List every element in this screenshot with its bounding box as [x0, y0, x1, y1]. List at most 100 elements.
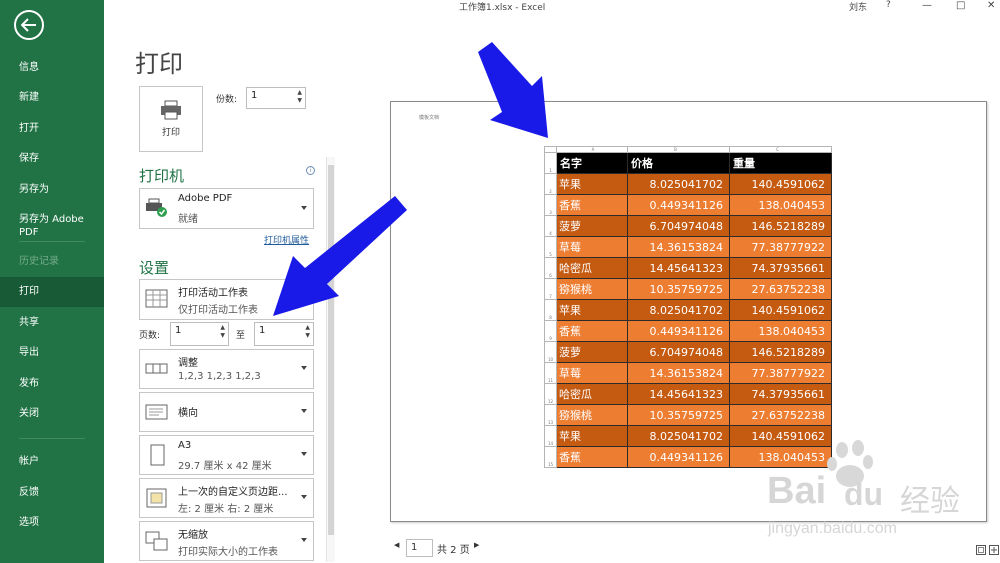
table-cell: 74.37935661 [729, 383, 832, 405]
copies-value: 1 [251, 90, 258, 101]
nav-item-export[interactable]: 导出 [0, 346, 104, 359]
table-cell: 香蕉 [556, 446, 628, 468]
row-number: 12 [544, 383, 557, 405]
current-page-input[interactable]: 1 [406, 539, 433, 557]
minimize-button[interactable]: — [922, 0, 932, 11]
table-cell: 146.5218289 [729, 341, 832, 363]
no-scaling-icon [145, 531, 168, 551]
table-cell: 菠萝 [556, 341, 628, 363]
table-cell: 77.38777922 [729, 362, 832, 384]
pages-to-label: 至 [236, 331, 246, 341]
copies-stepper-arrows[interactable]: ▲ ▼ [297, 89, 302, 105]
nav-item-open[interactable]: 打开 [0, 122, 104, 135]
chevron-down-icon [301, 296, 307, 301]
watermark-jingyan: 经验 [900, 484, 960, 519]
row-number: 15 [544, 446, 557, 468]
watermark-brand: Bai [767, 470, 827, 512]
row-number: 9 [544, 320, 557, 342]
preview-table: A B C 1 名字 价格 重量 2 苹果 8.025041702 140.4591062 3 香蕉 0.… [544, 146, 832, 468]
table-cell: 苹果 [556, 299, 628, 321]
table-cell: 8.025041702 [627, 425, 730, 447]
landscape-page-icon [145, 404, 168, 420]
arrow-left-icon [21, 18, 36, 32]
scaling-main: 无缩放 [178, 530, 208, 541]
close-button[interactable]: ✕ [987, 0, 995, 11]
nav-item-new[interactable]: 新建 [0, 91, 104, 104]
window-title: 工作簿1.xlsx - Excel [459, 3, 546, 13]
scaling-dropdown[interactable]: 无缩放 打印实际大小的工作表 [139, 521, 314, 561]
page-title: 打印 [135, 50, 183, 78]
table-cell: 菠萝 [556, 215, 628, 237]
scrollbar-thumb[interactable] [328, 165, 334, 535]
printer-dropdown[interactable]: Adobe PDF 就绪 [139, 188, 314, 229]
table-cell: 0.449341126 [627, 194, 730, 216]
info-icon[interactable]: i [306, 166, 315, 175]
print-button-label: 打印 [161, 128, 180, 138]
table-cell: 14.36153824 [627, 362, 730, 384]
table-row: 10 菠萝 6.704974048 146.5218289 [544, 341, 832, 363]
backstage-sidebar: 信息 新建 打开 保存 另存为 另存为 Adobe PDF 历史记录 打印 共享 导出 发布 关闭 帐户… [0, 0, 104, 563]
row-number: 13 [544, 404, 557, 426]
nav-item-share[interactable]: 共享 [0, 316, 104, 329]
pages-to-input[interactable]: 1 ▲ ▼ [254, 322, 314, 346]
nav-item-publish[interactable]: 发布 [0, 377, 104, 390]
nav-item-account[interactable]: 帐户 [0, 455, 104, 468]
print-button[interactable]: 打印 [139, 86, 203, 152]
total-pages: 共 2 页 [437, 545, 470, 556]
back-button[interactable] [14, 10, 44, 40]
row-number: 4 [544, 215, 557, 237]
copies-label: 份数: [216, 95, 238, 105]
nav-item-print[interactable]: 打印 [0, 277, 104, 307]
row-number: 3 [544, 194, 557, 216]
paper-size-dropdown[interactable]: A3 29.7 厘米 x 42 厘米 [139, 435, 314, 475]
collate-dropdown[interactable]: 调整 1,2,3 1,2,3 1,2,3 [139, 349, 314, 389]
chevron-down-icon [301, 366, 307, 370]
table-cell: 香蕉 [556, 194, 628, 216]
paper-size-main: A3 [178, 440, 192, 451]
restore-button[interactable]: □ [956, 0, 965, 11]
next-page-icon[interactable]: ▶ [474, 541, 479, 549]
nav-item-save[interactable]: 保存 [0, 152, 104, 165]
nav-item-save-as[interactable]: 另存为 [0, 183, 104, 196]
settings-scrollbar[interactable] [326, 157, 335, 562]
table-header-row: 1 名字 价格 重量 [544, 152, 832, 174]
prev-page-icon[interactable]: ◀ [394, 541, 399, 549]
nav-item-options[interactable]: 选项 [0, 516, 104, 529]
chevron-down-icon [301, 205, 307, 210]
table-cell: 27.63752238 [729, 404, 832, 426]
baidu-jingyan-watermark: Bai du 经验 jingyan.baidu.com [762, 440, 992, 560]
collate-pages-icon [145, 363, 168, 374]
copies-input[interactable]: 1 ▲ ▼ [246, 87, 306, 109]
user-name[interactable]: 刘东 [849, 0, 867, 13]
nav-item-close[interactable]: 关闭 [0, 407, 104, 420]
table-row: 2 苹果 8.025041702 140.4591062 [544, 173, 832, 195]
table-cell: 10.35759725 [627, 278, 730, 300]
table-cell: 香蕉 [556, 320, 628, 342]
table-cell: 6.704974048 [627, 215, 730, 237]
paper-size-sub: 29.7 厘米 x 42 厘米 [178, 461, 272, 472]
scaling-sub: 打印实际大小的工作表 [178, 547, 278, 558]
nav-item-save-as-pdf[interactable]: 另存为 Adobe PDF [0, 213, 104, 239]
row-number: 1 [544, 152, 557, 174]
pages-from-value: 1 [175, 325, 182, 336]
column-header: 名字 [556, 152, 628, 174]
table-cell: 0.449341126 [627, 320, 730, 342]
table-cell: 77.38777922 [729, 236, 832, 258]
pages-to-stepper[interactable]: ▲ ▼ [305, 324, 310, 340]
nav-item-info[interactable]: 信息 [0, 61, 104, 74]
table-row: 5 草莓 14.36153824 77.38777922 [544, 236, 832, 258]
row-number: 5 [544, 236, 557, 258]
row-number: 6 [544, 257, 557, 279]
margins-dropdown[interactable]: 上一次的自定义页边距... 左: 2 厘米 右: 2 厘米 [139, 478, 314, 518]
printer-properties-link[interactable]: 打印机属性 [264, 233, 309, 246]
pages-from-stepper[interactable]: ▲ ▼ [220, 324, 225, 340]
table-row: 7 猕猴桃 10.35759725 27.63752238 [544, 278, 832, 300]
print-what-dropdown[interactable]: 打印活动工作表 仅打印活动工作表 [139, 279, 314, 320]
table-row: 4 菠萝 6.704974048 146.5218289 [544, 215, 832, 237]
orientation-dropdown[interactable]: 横向 [139, 392, 314, 432]
table-row: 13 猕猴桃 10.35759725 27.63752238 [544, 404, 832, 426]
watermark-brand-du: du [844, 476, 884, 512]
help-button[interactable]: ? [886, 0, 891, 10]
nav-item-feedback[interactable]: 反馈 [0, 486, 104, 499]
pages-from-input[interactable]: 1 ▲ ▼ [170, 322, 229, 346]
